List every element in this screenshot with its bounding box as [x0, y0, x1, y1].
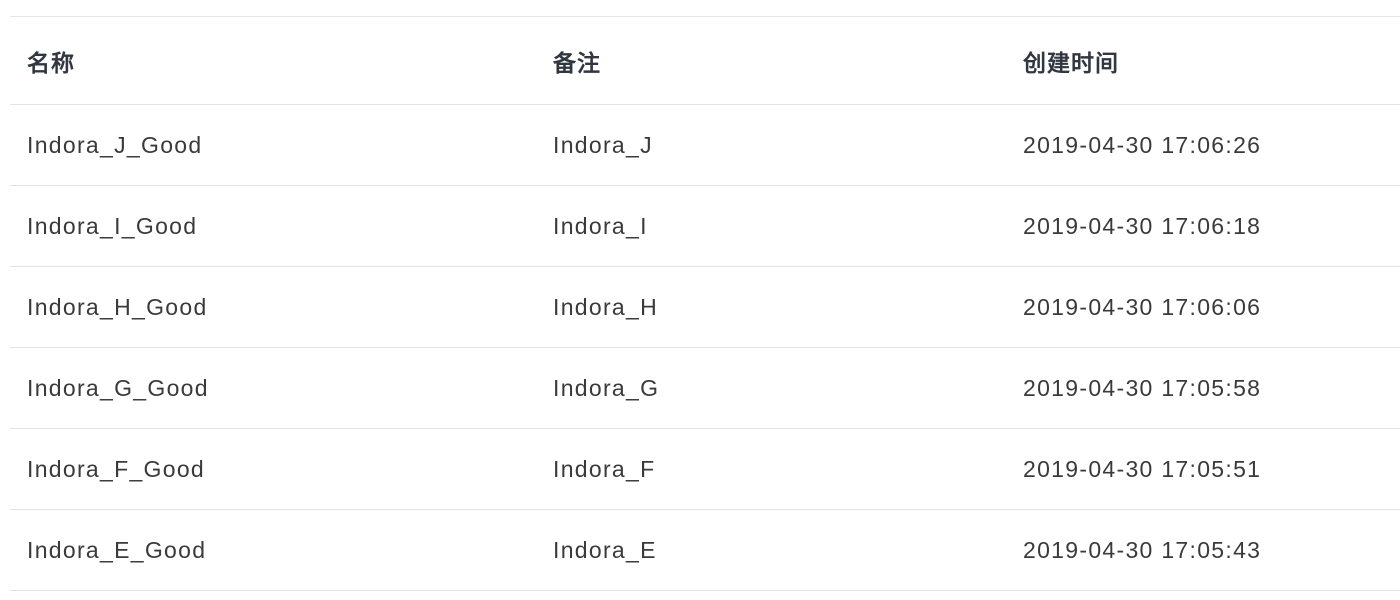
cell-name: Indora_H_Good: [10, 266, 536, 348]
cell-note: Indora_F: [536, 428, 1006, 510]
data-table: 名称 备注 创建时间 Indora_J_Good Indora_J 2019-0…: [10, 16, 1400, 591]
column-header-note[interactable]: 备注: [536, 16, 1006, 105]
table-header-row: 名称 备注 创建时间: [10, 16, 1400, 105]
cell-note: Indora_G: [536, 347, 1006, 429]
cell-created-time: 2019-04-30 17:06:18: [1006, 185, 1400, 267]
cell-name: Indora_I_Good: [10, 185, 536, 267]
cell-name: Indora_E_Good: [10, 509, 536, 591]
column-header-created-time[interactable]: 创建时间: [1006, 16, 1400, 105]
cell-note: Indora_J: [536, 104, 1006, 186]
table-row[interactable]: Indora_J_Good Indora_J 2019-04-30 17:06:…: [10, 104, 1400, 186]
cell-created-time: 2019-04-30 17:05:43: [1006, 509, 1400, 591]
table-row[interactable]: Indora_E_Good Indora_E 2019-04-30 17:05:…: [10, 509, 1400, 591]
table-row[interactable]: Indora_I_Good Indora_I 2019-04-30 17:06:…: [10, 185, 1400, 267]
cell-created-time: 2019-04-30 17:06:06: [1006, 266, 1400, 348]
cell-note: Indora_E: [536, 509, 1006, 591]
table-row[interactable]: Indora_G_Good Indora_G 2019-04-30 17:05:…: [10, 347, 1400, 429]
table-row[interactable]: Indora_H_Good Indora_H 2019-04-30 17:06:…: [10, 266, 1400, 348]
cell-name: Indora_J_Good: [10, 104, 536, 186]
cell-name: Indora_F_Good: [10, 428, 536, 510]
cell-created-time: 2019-04-30 17:05:58: [1006, 347, 1400, 429]
cell-name: Indora_G_Good: [10, 347, 536, 429]
cell-created-time: 2019-04-30 17:05:51: [1006, 428, 1400, 510]
cell-note: Indora_H: [536, 266, 1006, 348]
column-header-name[interactable]: 名称: [10, 16, 536, 105]
cell-created-time: 2019-04-30 17:06:26: [1006, 104, 1400, 186]
table-row[interactable]: Indora_F_Good Indora_F 2019-04-30 17:05:…: [10, 428, 1400, 510]
cell-note: Indora_I: [536, 185, 1006, 267]
table-body: Indora_J_Good Indora_J 2019-04-30 17:06:…: [10, 104, 1400, 591]
table-header: 名称 备注 创建时间: [10, 16, 1400, 105]
data-table-container: 名称 备注 创建时间 Indora_J_Good Indora_J 2019-0…: [10, 16, 1400, 591]
